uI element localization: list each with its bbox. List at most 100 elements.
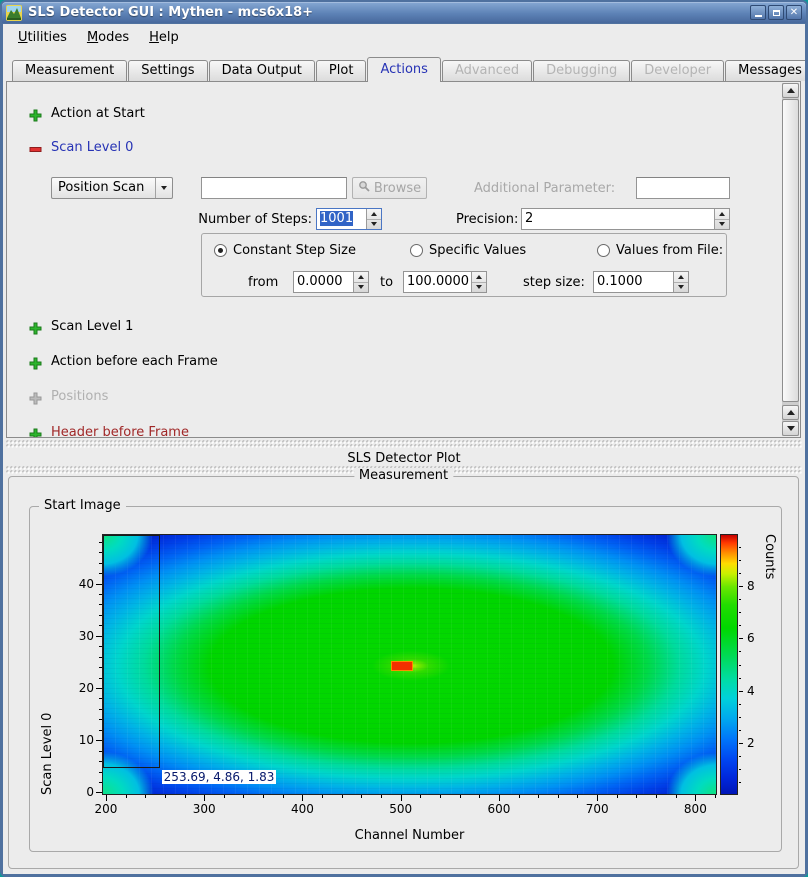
tick-c-label: 6: [747, 631, 755, 645]
tick-y-major: [96, 740, 102, 741]
tab-developer: Developer: [631, 60, 724, 81]
measurement-group: Measurement Start Image 253.69, 4.86, 1.…: [8, 476, 799, 869]
row-action-at-start[interactable]: Action at Start: [29, 105, 145, 121]
tab-data-output[interactable]: Data Output: [209, 60, 315, 81]
spin-up-button[interactable]: [354, 272, 368, 283]
vertical-scrollbar[interactable]: [782, 83, 799, 436]
spin-down-button[interactable]: [367, 220, 381, 230]
tick-x-minor: [538, 795, 539, 798]
maximize-button[interactable]: [768, 5, 784, 20]
tab-actions[interactable]: Actions: [367, 57, 441, 82]
tick-y-major: [96, 584, 102, 585]
row-header-before-frame[interactable]: Header before Frame: [29, 424, 189, 438]
tab-measurement[interactable]: Measurement: [12, 60, 127, 81]
tick-y-minor: [99, 563, 102, 564]
tab-settings[interactable]: Settings: [128, 60, 207, 81]
tick-c-minor: [739, 678, 741, 679]
menu-utilities[interactable]: Utilities: [9, 26, 76, 49]
tick-x-major: [106, 795, 107, 801]
browse-button: Browse: [352, 177, 427, 199]
spin-buttons: [353, 272, 368, 292]
radio-specific-values[interactable]: [410, 244, 423, 257]
tab-messages[interactable]: Messages: [725, 60, 805, 81]
minimize-button[interactable]: [750, 5, 766, 20]
spin-down-button[interactable]: [354, 283, 368, 293]
scan-level-0-label: Scan Level 0: [51, 140, 133, 155]
spin-up-button[interactable]: [715, 209, 729, 220]
tab-plot[interactable]: Plot: [316, 60, 367, 81]
spin-buttons: [714, 209, 729, 229]
tick-x-minor: [283, 795, 284, 798]
scan-level-1-label: Scan Level 1: [51, 319, 133, 334]
close-button[interactable]: ✕: [786, 5, 802, 20]
tick-y-major: [96, 792, 102, 793]
spin-down-button[interactable]: [674, 283, 688, 293]
from-spinbox[interactable]: 0.0000: [293, 271, 369, 293]
action-before-each-frame-label: Action before each Frame: [51, 354, 218, 369]
expand-plus-icon[interactable]: [29, 107, 42, 120]
number-of-steps-value: 1001: [320, 211, 353, 226]
spin-up-button[interactable]: [674, 272, 688, 283]
row-scan-level-0[interactable]: Scan Level 0: [29, 139, 133, 155]
window-title: SLS Detector GUI : Mythen - mcs6x18+: [28, 5, 750, 20]
row-action-before-each-frame[interactable]: Action before each Frame: [29, 353, 218, 369]
spin-down-button[interactable]: [715, 220, 729, 230]
radio-values-from-file[interactable]: [597, 244, 610, 257]
tick-x-minor: [577, 795, 578, 798]
to-spinbox[interactable]: 100.0000: [403, 271, 487, 293]
spin-up-button[interactable]: [367, 209, 381, 220]
row-scan-level-1[interactable]: Scan Level 1: [29, 318, 133, 334]
close-icon: ✕: [790, 8, 798, 18]
spin-up-button[interactable]: [472, 272, 486, 283]
action-at-start-label: Action at Start: [51, 106, 145, 121]
step-size-value: 0.1000: [594, 272, 673, 292]
tick-c-minor: [739, 573, 741, 574]
tick-x-label: 300: [182, 802, 226, 816]
tick-x-minor: [342, 795, 343, 798]
number-of-steps-spinbox[interactable]: 1001: [316, 208, 382, 230]
scan-mode-value: Position Scan: [52, 178, 155, 198]
additional-parameter-input[interactable]: [636, 177, 730, 199]
from-label: from: [248, 275, 278, 290]
spin-down-button[interactable]: [472, 283, 486, 293]
tick-x-minor: [185, 795, 186, 798]
tick-x-minor: [440, 795, 441, 798]
collapse-minus-icon[interactable]: [29, 141, 42, 154]
positions-label: Positions: [51, 389, 108, 404]
tick-x-minor: [656, 795, 657, 798]
tick-c-major: [739, 691, 743, 692]
scroll-up-button[interactable]: [782, 83, 799, 98]
tick-y-minor: [99, 646, 102, 647]
scan-script-input[interactable]: [201, 177, 347, 199]
arrow-up-icon: [787, 410, 795, 415]
tick-y-label: 10: [60, 733, 94, 747]
titlebar[interactable]: SLS Detector GUI : Mythen - mcs6x18+ ✕: [2, 2, 806, 23]
tick-c-minor: [739, 730, 741, 731]
precision-spinbox[interactable]: 2: [521, 208, 730, 230]
precision-label: Precision:: [456, 212, 516, 227]
combo-dropdown-button[interactable]: [155, 178, 172, 198]
tick-y-minor: [99, 709, 102, 710]
scrollbar-thumb[interactable]: [782, 99, 799, 402]
tick-y-label: 20: [60, 681, 94, 695]
expand-plus-icon[interactable]: [29, 320, 42, 333]
radio-constant-step-size[interactable]: [214, 244, 227, 257]
scroll-up-button-2[interactable]: [782, 405, 799, 420]
tick-y-major: [96, 688, 102, 689]
splitter-handle[interactable]: [6, 440, 802, 448]
scan-mode-combobox[interactable]: Position Scan: [51, 177, 173, 199]
x-axis-title: Channel Number: [102, 828, 717, 843]
step-size-label: step size:: [523, 275, 585, 290]
menu-modes[interactable]: Modes: [78, 26, 138, 49]
tick-x-minor: [617, 795, 618, 798]
expand-plus-icon[interactable]: [29, 355, 42, 368]
tick-x-major: [302, 795, 303, 801]
step-size-spinbox[interactable]: 0.1000: [593, 271, 689, 293]
scroll-down-button[interactable]: [782, 421, 799, 436]
expand-plus-icon[interactable]: [29, 426, 42, 439]
menu-help[interactable]: Help: [140, 26, 188, 49]
window-controls: ✕: [750, 5, 802, 20]
tick-y-minor: [99, 719, 102, 720]
heatmap-canvas[interactable]: 253.69, 4.86, 1.83: [102, 534, 717, 795]
tab-debugging: Debugging: [533, 60, 630, 81]
